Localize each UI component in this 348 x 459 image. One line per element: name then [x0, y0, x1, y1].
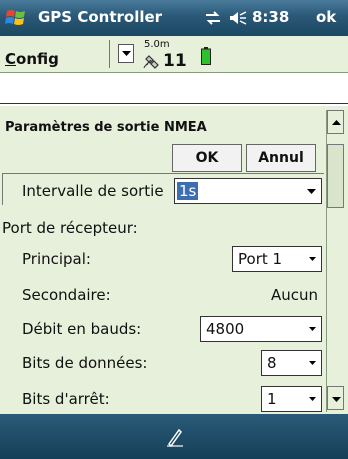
scroll-down-arrow-icon: [332, 397, 341, 402]
toolbar-separator: [109, 40, 110, 68]
scroll-up-button[interactable]: [327, 110, 344, 134]
baud-rate-value: 4800: [206, 320, 245, 338]
config-menu-accelerator: C: [5, 50, 17, 68]
battery-icon: [201, 47, 211, 65]
primary-label: Principal:: [22, 250, 91, 268]
interval-select[interactable]: 1s: [174, 178, 322, 204]
pen-input-icon[interactable]: [164, 426, 186, 448]
chevron-down-icon: [309, 327, 316, 331]
chevron-down-icon: [309, 257, 316, 261]
scroll-thumb[interactable]: [327, 144, 344, 208]
windows-logo-icon[interactable]: [4, 5, 30, 31]
primary-port-select[interactable]: Port 1: [232, 246, 322, 272]
config-menu-label: onfig: [16, 50, 59, 68]
gps-accuracy: 5.0m: [144, 39, 170, 50]
app-title: GPS Controller: [38, 8, 163, 26]
data-bits-select[interactable]: 8: [261, 350, 322, 376]
vertical-scrollbar[interactable]: [326, 110, 344, 412]
ok-button[interactable]: OK: [172, 144, 242, 172]
secondary-label: Secondaire:: [22, 286, 111, 304]
satellite-count: 11: [163, 51, 187, 71]
data-bits-label: Bits de données:: [22, 354, 148, 372]
toolbar: Config 5.0m 11: [0, 36, 348, 73]
dialog-title: Paramètres de sortie NMEA: [5, 120, 207, 135]
scroll-up-arrow-icon: [332, 120, 341, 125]
primary-port-value: Port 1: [238, 250, 283, 268]
secondary-port-value: Aucun: [271, 286, 319, 304]
clock: 8:38: [252, 8, 290, 26]
chevron-down-icon: [307, 189, 316, 194]
baud-rate-select[interactable]: 4800: [200, 316, 322, 342]
chevron-down-icon: [309, 361, 316, 365]
toolbar-dropdown-button[interactable]: [118, 44, 134, 63]
receiver-port-heading: Port de récepteur:: [2, 219, 138, 237]
baud-rate-label: Débit en bauds:: [22, 320, 142, 338]
title-bar: GPS Controller 8:38 ok: [0, 0, 348, 36]
nmea-settings-dialog: Paramètres de sortie NMEA OK Annul Inter…: [0, 105, 348, 414]
stop-bits-label: Bits d'arrêt:: [22, 390, 110, 408]
sync-icon[interactable]: [204, 10, 222, 26]
dropdown-arrow-icon: [122, 51, 131, 56]
chevron-down-icon: [309, 397, 316, 401]
cancel-button[interactable]: Annul: [246, 144, 316, 172]
data-bits-value: 8: [267, 354, 277, 372]
stop-bits-value: 1: [267, 390, 277, 408]
config-menu[interactable]: Config: [5, 50, 59, 68]
scroll-down-button[interactable]: [327, 386, 344, 410]
volume-icon[interactable]: [229, 9, 247, 27]
interval-label: Intervalle de sortie: [22, 182, 164, 200]
stop-bits-select[interactable]: 1: [261, 386, 322, 412]
input-panel-bar: [0, 414, 348, 459]
blank-strip: [0, 74, 348, 104]
ok-close-button[interactable]: ok: [316, 8, 336, 26]
interval-value: 1s: [177, 182, 199, 200]
satellite-icon: [143, 55, 159, 69]
